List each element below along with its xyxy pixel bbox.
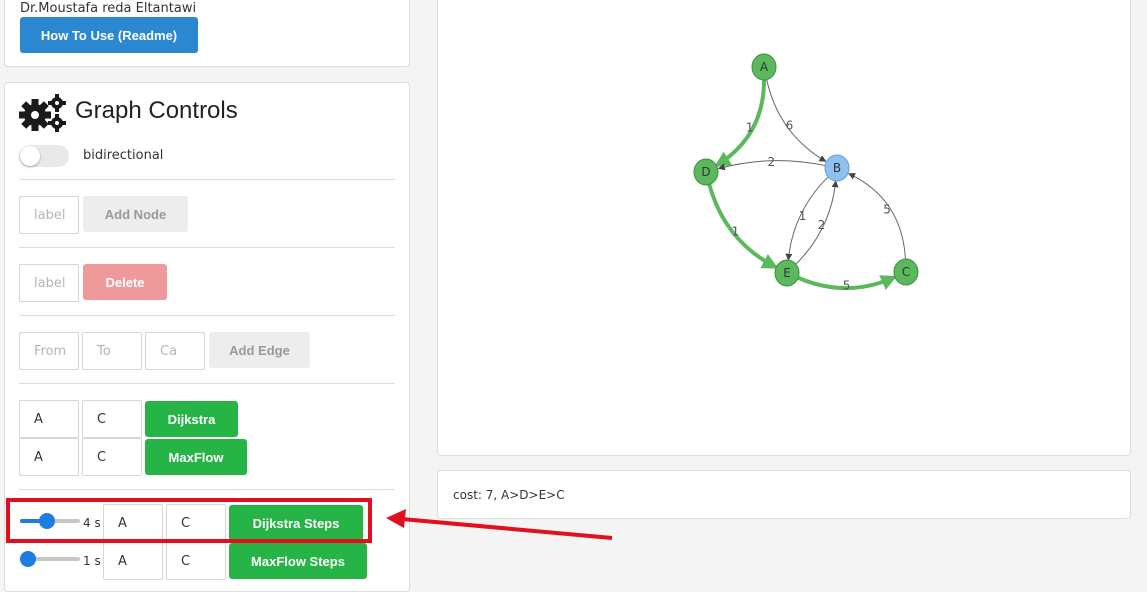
graph-canvas-card: 16212155 ABCDE	[437, 0, 1131, 456]
annotation-arrow-icon	[386, 509, 613, 540]
dijkstra-button[interactable]: Dijkstra	[145, 401, 238, 437]
node-label-D: D	[701, 165, 710, 179]
highlight-annotation	[6, 498, 372, 543]
edge-from-input[interactable]	[19, 332, 79, 370]
edge-weight-A-D: 1	[746, 121, 754, 135]
graph-controls-title: Graph Controls	[75, 97, 238, 124]
toggle-knob	[20, 146, 40, 166]
divider	[19, 383, 395, 384]
result-text: cost: 7, A>D>E>C	[453, 488, 565, 502]
node-label-B: B	[833, 161, 841, 175]
author-name: Dr.Moustafa reda Eltantawi	[20, 1, 197, 16]
dijkstra-to-input[interactable]	[82, 400, 142, 438]
edge-capacity-input[interactable]	[145, 332, 205, 370]
node-label-E: E	[783, 266, 791, 280]
bidirectional-label: bidirectional	[83, 148, 164, 163]
edge-weight-C-B: 5	[883, 203, 891, 217]
maxflow-steps-to-input[interactable]	[166, 542, 226, 580]
edge-weight-B-E: 1	[799, 209, 807, 223]
divider	[19, 315, 395, 316]
delete-node-button[interactable]: Delete	[83, 264, 167, 300]
delete-node-label-input[interactable]	[19, 264, 79, 302]
node-label-A: A	[760, 60, 769, 74]
edge-C-B[interactable]	[848, 173, 906, 261]
maxflow-to-input[interactable]	[82, 438, 142, 476]
edge-weight-A-B: 6	[786, 119, 794, 133]
maxflow-speed-slider[interactable]	[20, 551, 80, 567]
edge-weight-E-B: 2	[818, 218, 826, 232]
edge-to-input[interactable]	[82, 332, 142, 370]
bidirectional-toggle[interactable]	[19, 145, 69, 167]
edge-weight-B-D: 2	[767, 155, 775, 169]
edge-A-D[interactable]	[714, 78, 767, 167]
edge-weight-E-C: 5	[843, 279, 851, 293]
add-node-button[interactable]: Add Node	[83, 196, 188, 232]
add-node-label-input[interactable]	[19, 196, 79, 234]
divider	[19, 179, 395, 180]
edge-D-E[interactable]	[707, 183, 779, 269]
divider	[19, 489, 395, 490]
maxflow-steps-from-input[interactable]	[103, 542, 163, 580]
add-edge-button[interactable]: Add Edge	[209, 332, 310, 368]
maxflow-speed-value: 1 s	[83, 554, 101, 568]
divider	[19, 247, 395, 248]
slider-thumb[interactable]	[20, 551, 36, 567]
edge-weight-D-E: 1	[732, 224, 740, 238]
maxflow-from-input[interactable]	[19, 438, 79, 476]
dijkstra-from-input[interactable]	[19, 400, 79, 438]
gears-icon	[19, 94, 66, 132]
graph-canvas[interactable]: 1 621 21 55 ABCDE	[438, 0, 1132, 457]
edge-A-B[interactable]	[766, 78, 827, 162]
maxflow-steps-button[interactable]: MaxFlow Steps	[229, 543, 367, 579]
maxflow-button[interactable]: MaxFlow	[145, 439, 247, 475]
readme-button[interactable]: How To Use (Readme)	[20, 17, 198, 53]
node-label-C: C	[902, 265, 910, 279]
author-card: Dr.Moustafa reda Eltantawi How To Use (R…	[4, 0, 410, 67]
